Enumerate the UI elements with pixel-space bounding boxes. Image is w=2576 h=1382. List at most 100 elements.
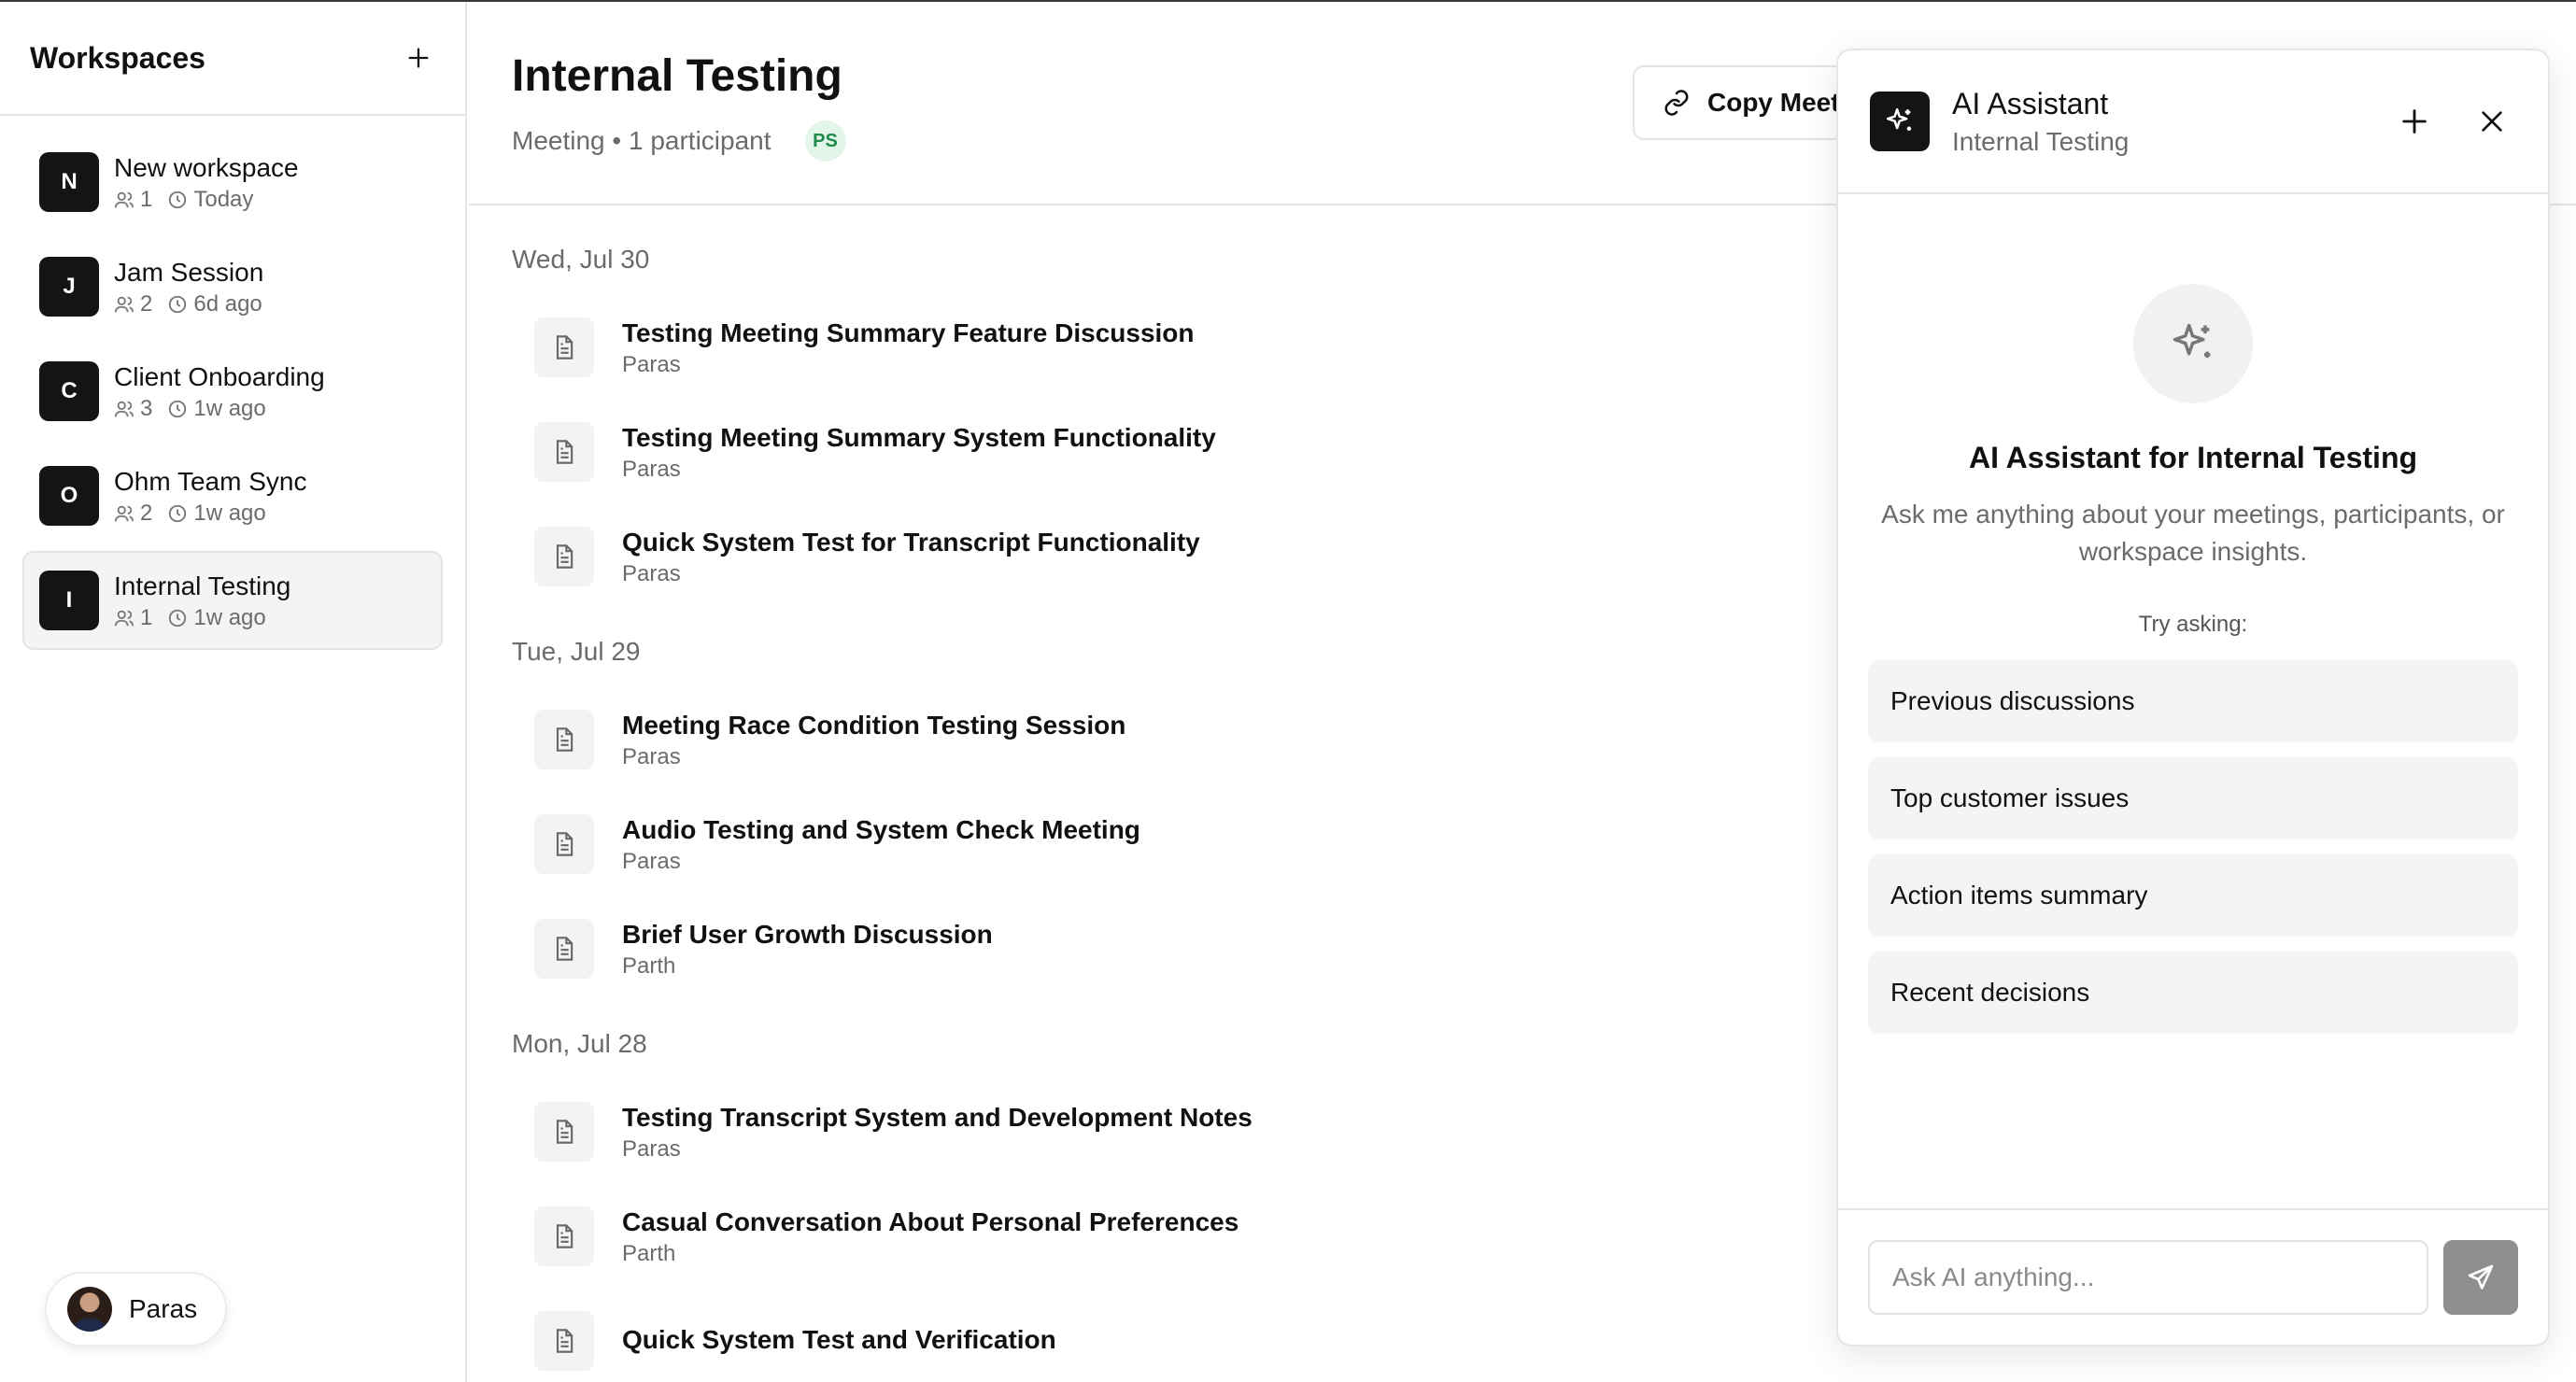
suggestion-button[interactable]: Recent decisions (1868, 952, 2518, 1034)
meeting-author: Paras (622, 744, 681, 769)
ai-hero-title: AI Assistant for Internal Testing (1968, 441, 2418, 474)
try-asking-label: Try asking: (2138, 612, 2248, 637)
meeting-author: Paras (622, 849, 681, 874)
avatar (67, 1287, 112, 1332)
workspace-name: Jam Session (114, 258, 264, 287)
clock-icon (169, 504, 187, 523)
suggestion-button[interactable]: Action items summary (1868, 854, 2518, 937)
workspace-meta: 2 6d ago (114, 291, 263, 317)
plus-icon (2402, 109, 2427, 134)
workspace-item[interactable]: O Ohm Team Sync 2 1w ago (22, 446, 443, 545)
workspace-meta: 2 1w ago (114, 501, 306, 527)
last-active: 1w ago (193, 396, 266, 421)
meeting-author: Parth (622, 1241, 676, 1266)
workspace-avatar: J (39, 257, 99, 317)
link-icon (1664, 90, 1689, 116)
ai-chat-input[interactable] (1868, 1240, 2428, 1315)
workspace-meta: 1 1w ago (114, 605, 290, 631)
participant-badge[interactable]: PS (804, 120, 846, 162)
page-subtitle: Meeting • 1 participant (512, 126, 771, 155)
ai-assistant-panel: AI Assistant Internal Testing AI Assista… (1836, 49, 2550, 1347)
clock-icon (169, 609, 187, 628)
member-count: 3 (140, 396, 153, 421)
plus-icon (408, 48, 429, 68)
user-profile-button[interactable]: Paras (45, 1272, 228, 1347)
users-icon (114, 401, 134, 417)
document-icon (534, 1311, 594, 1371)
last-active: 6d ago (193, 291, 262, 317)
meeting-title: Casual Conversation About Personal Prefe… (622, 1207, 1239, 1236)
suggestion-button[interactable]: Previous discussions (1868, 660, 2518, 742)
workspace-item[interactable]: J Jam Session 2 6d ago (22, 237, 443, 336)
workspace-avatar: N (39, 152, 99, 212)
workspace-item[interactable]: C Client Onboarding 3 1w ago (22, 342, 443, 441)
users-icon (114, 610, 134, 627)
user-name: Paras (129, 1294, 198, 1323)
clock-icon (169, 295, 187, 314)
workspace-avatar: C (39, 361, 99, 421)
member-count: 1 (140, 605, 153, 630)
close-icon (2482, 111, 2502, 132)
document-icon (534, 527, 594, 586)
workspace-sidebar: Workspaces N New workspace 1 Today J Jam… (0, 2, 467, 1382)
workspace-name: Client Onboarding (114, 362, 325, 391)
ai-panel-title: AI Assistant (1952, 86, 2109, 120)
sparkles-icon (1870, 92, 1930, 151)
meeting-author: Paras (622, 352, 681, 377)
workspace-name: Internal Testing (114, 571, 291, 600)
meeting-title: Testing Transcript System and Developmen… (622, 1103, 1253, 1132)
workspace-item[interactable]: N New workspace 1 Today (22, 133, 443, 232)
suggestion-button[interactable]: Top customer issues (1868, 757, 2518, 839)
meeting-author: Paras (622, 457, 681, 482)
users-icon (114, 505, 134, 522)
suggestion-list: Previous discussions Top customer issues… (1868, 660, 2518, 1034)
new-chat-button[interactable] (2399, 106, 2430, 137)
member-count: 1 (140, 187, 153, 212)
document-icon (534, 710, 594, 769)
sparkles-icon (2133, 284, 2253, 403)
users-icon (114, 191, 134, 208)
last-active: 1w ago (193, 501, 266, 526)
meeting-title: Quick System Test and Verification (622, 1325, 1056, 1354)
users-icon (114, 296, 134, 313)
member-count: 2 (140, 291, 153, 317)
workspace-list: N New workspace 1 Today J Jam Session 2 … (0, 116, 465, 672)
document-icon (534, 814, 594, 874)
meeting-title: Meeting Race Condition Testing Session (622, 711, 1126, 740)
meeting-title: Brief User Growth Discussion (622, 920, 993, 949)
document-icon (534, 1206, 594, 1266)
meeting-title: Testing Meeting Summary System Functiona… (622, 423, 1216, 452)
ai-panel-header: AI Assistant Internal Testing (1838, 50, 2548, 194)
clock-icon (169, 400, 187, 418)
sidebar-header: Workspaces (0, 2, 465, 116)
document-icon (534, 317, 594, 377)
workspace-meta: 1 Today (114, 187, 299, 213)
close-panel-button[interactable] (2477, 106, 2507, 136)
meeting-title: Quick System Test for Transcript Functio… (622, 528, 1200, 557)
meeting-author: Paras (622, 561, 681, 586)
clock-icon (169, 190, 187, 209)
workspace-name: Ohm Team Sync (114, 467, 307, 496)
meeting-title: Testing Meeting Summary Feature Discussi… (622, 318, 1195, 347)
ai-panel-body: AI Assistant for Internal Testing Ask me… (1838, 284, 2548, 1034)
ai-input-bar (1838, 1208, 2548, 1345)
ai-hero-description: Ask me anything about your meetings, par… (1881, 500, 2505, 566)
send-button[interactable] (2443, 1240, 2518, 1315)
app-window: Workspaces N New workspace 1 Today J Jam… (0, 0, 2576, 1382)
workspace-avatar: O (39, 466, 99, 526)
meeting-author: Parth (622, 953, 676, 979)
last-active: 1w ago (193, 605, 266, 630)
workspace-item-active[interactable]: I Internal Testing 1 1w ago (22, 551, 443, 650)
workspace-meta: 3 1w ago (114, 396, 325, 422)
meeting-title: Audio Testing and System Check Meeting (622, 815, 1140, 844)
meeting-author: Paras (622, 1136, 681, 1162)
add-workspace-button[interactable] (405, 45, 432, 71)
send-icon (2468, 1264, 2494, 1290)
workspace-name: New workspace (114, 153, 299, 182)
sidebar-title: Workspaces (30, 40, 205, 75)
member-count: 2 (140, 501, 153, 526)
document-icon (534, 422, 594, 482)
document-icon (534, 1102, 594, 1162)
document-icon (534, 919, 594, 979)
ai-panel-subtitle: Internal Testing (1952, 126, 2130, 156)
